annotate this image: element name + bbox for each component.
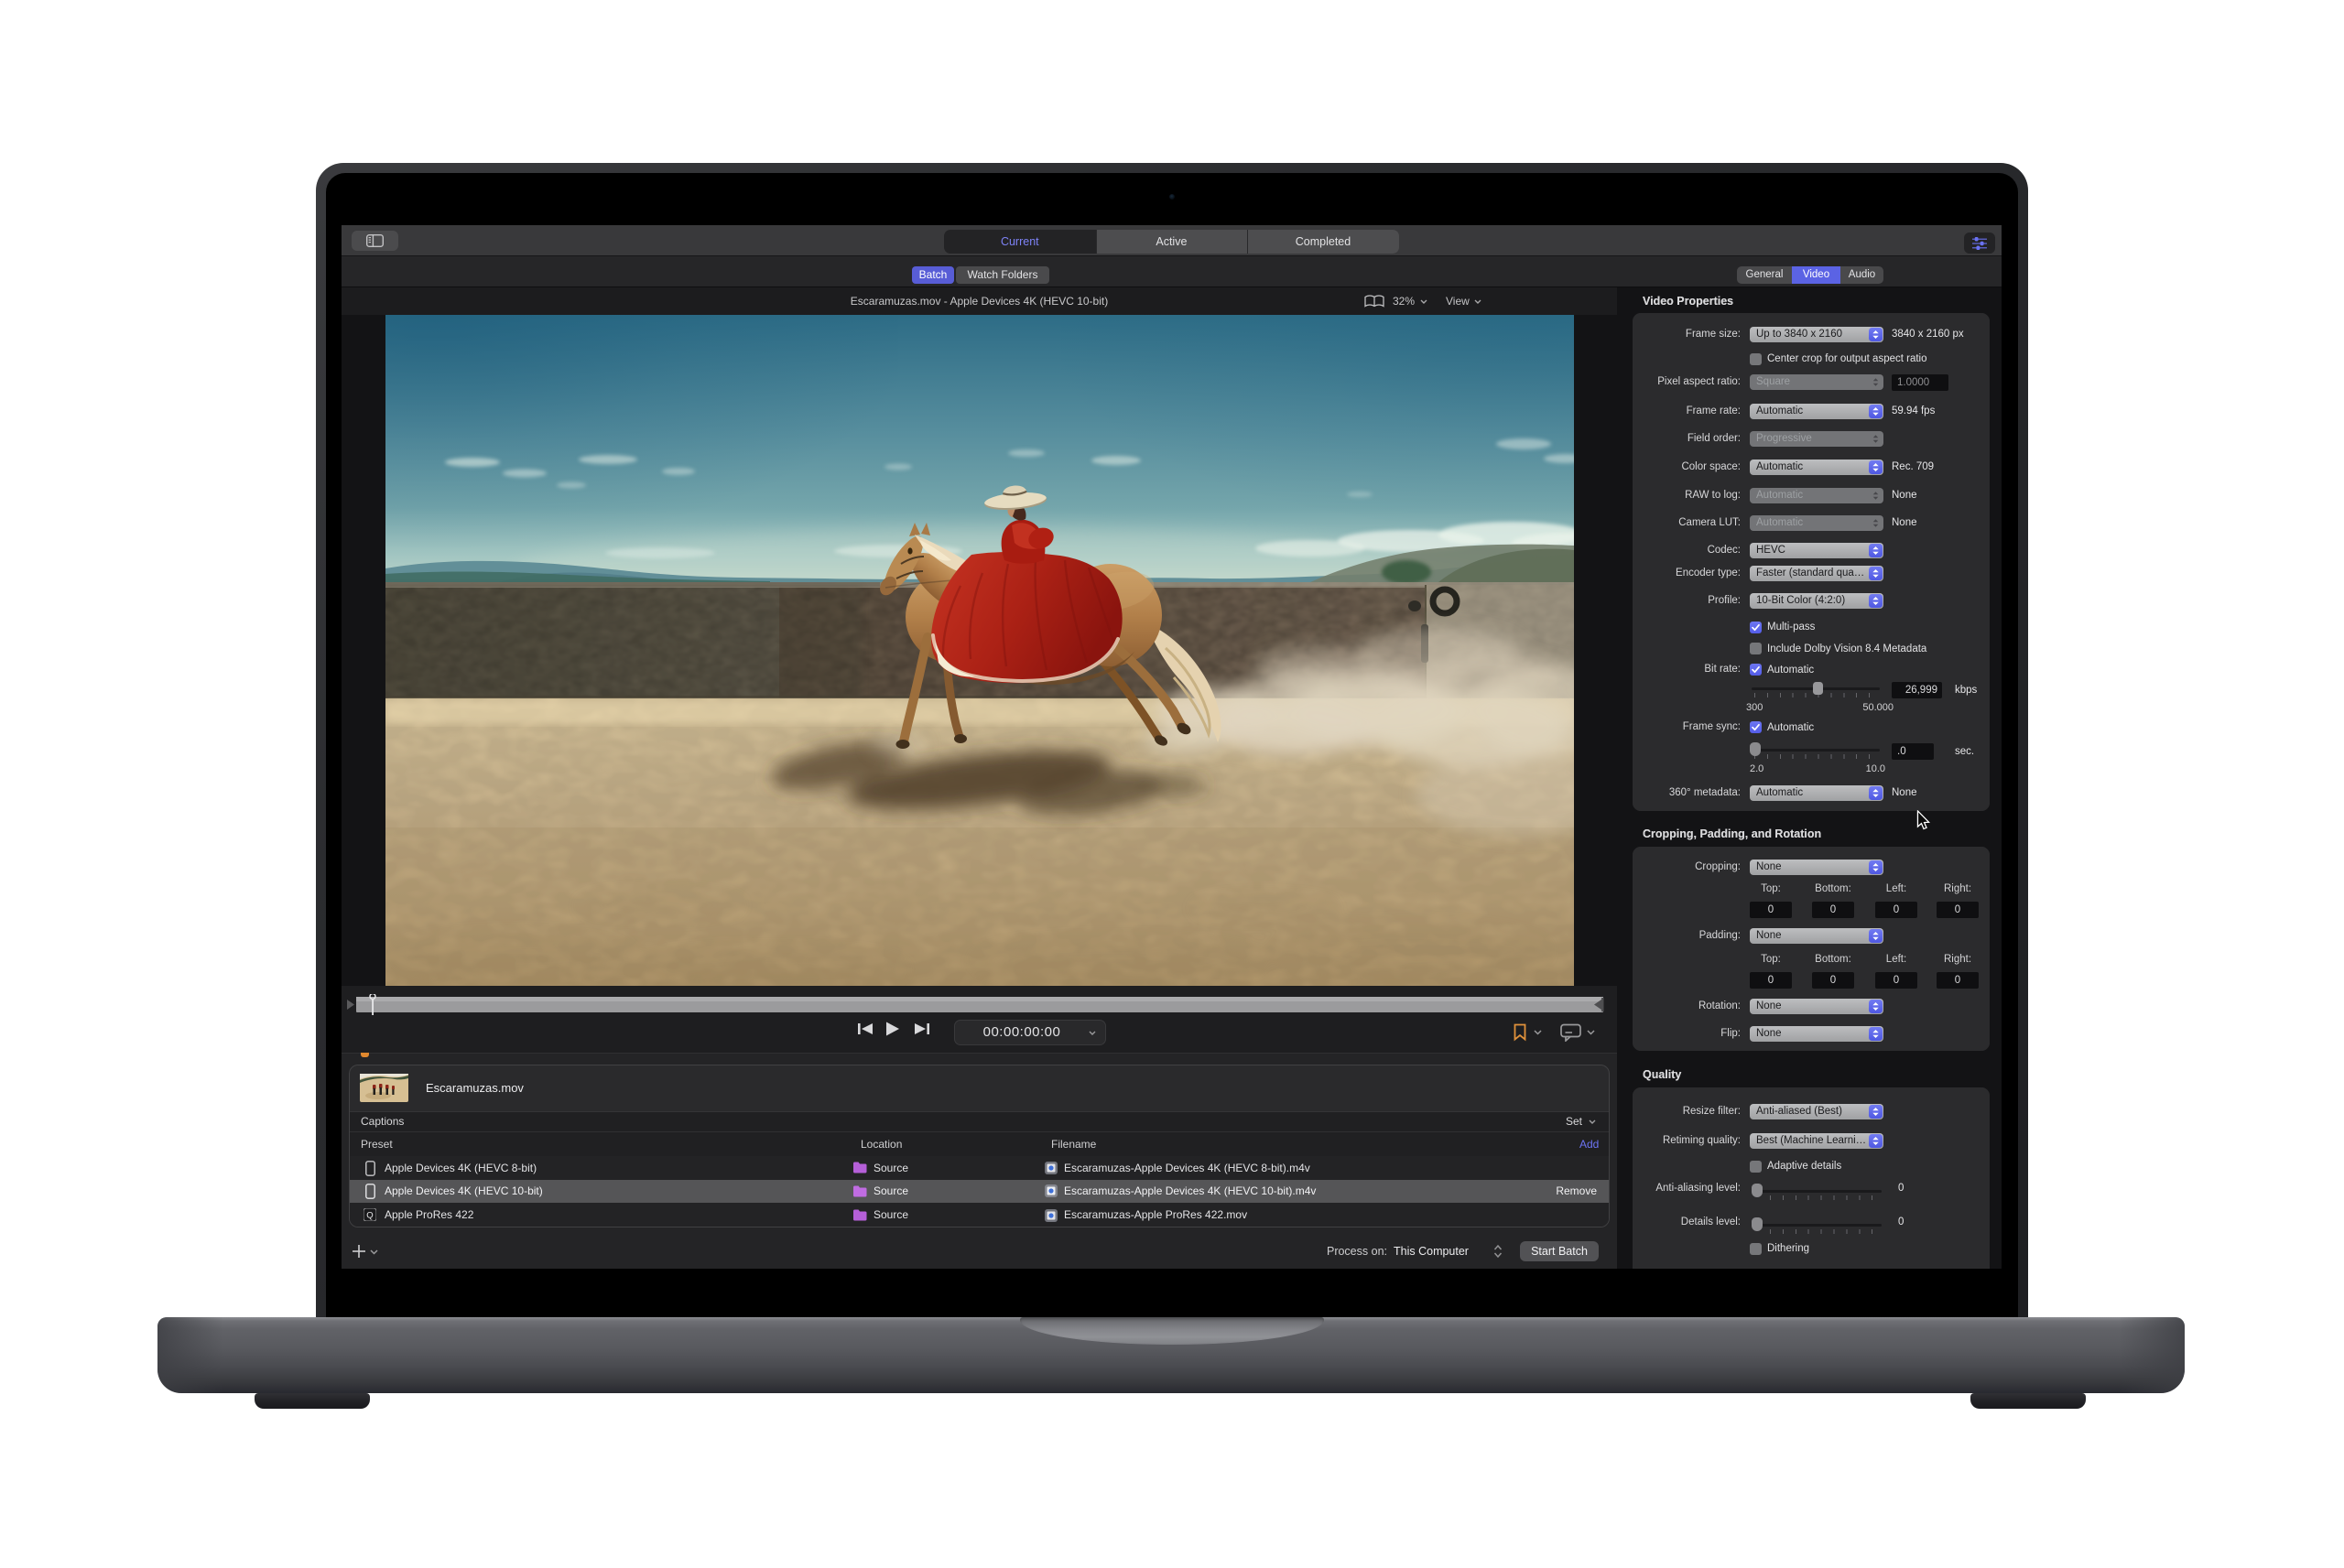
svg-text:Q: Q (366, 1211, 373, 1221)
